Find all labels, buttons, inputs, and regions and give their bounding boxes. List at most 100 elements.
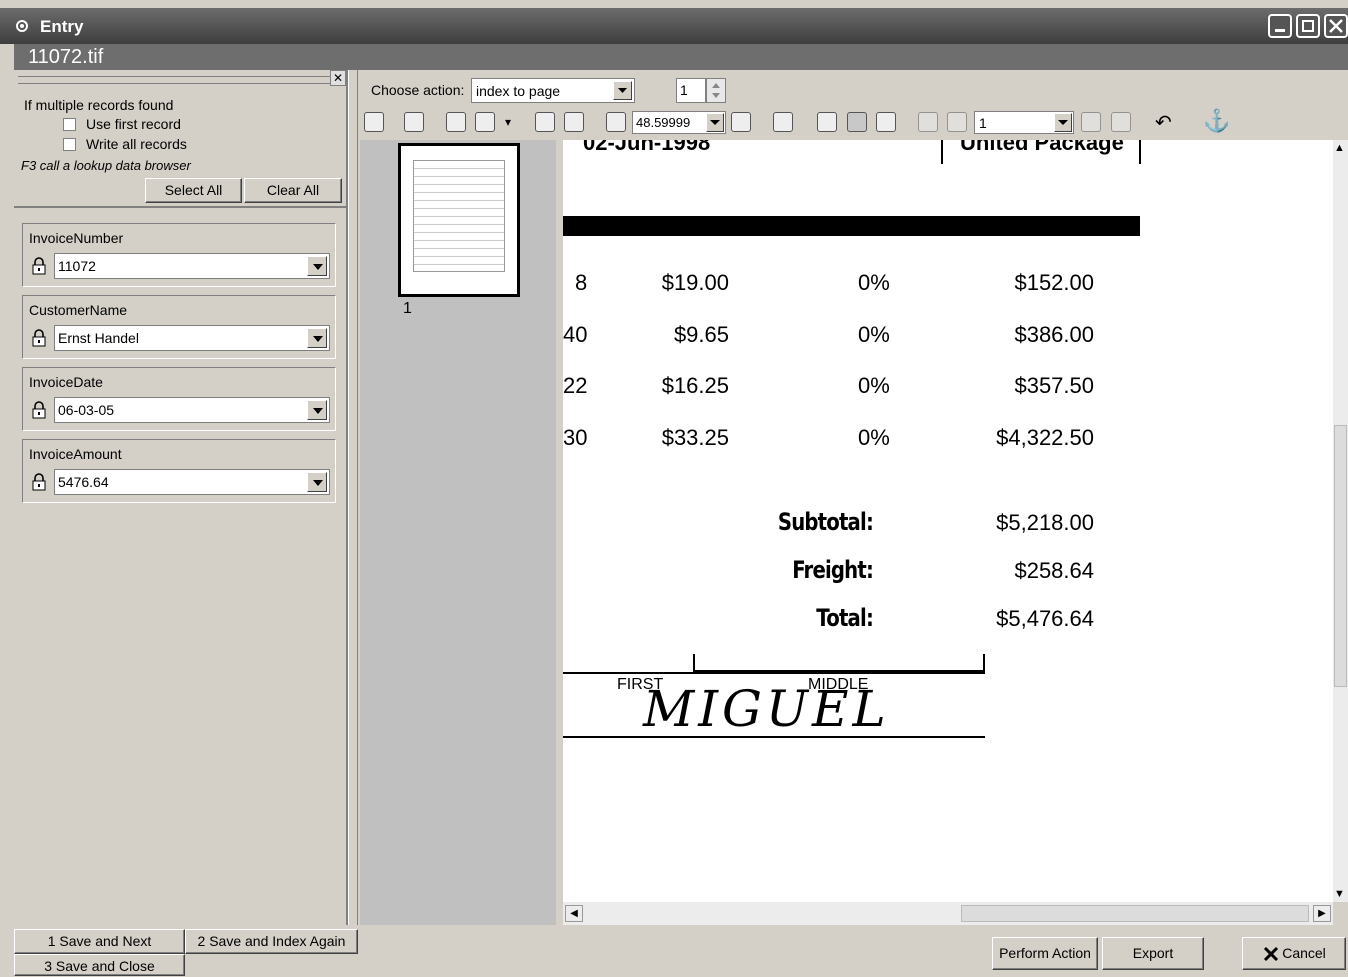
- zoom-out-icon[interactable]: [731, 112, 751, 132]
- field-invoice-date: InvoiceDate 06-03-05: [22, 367, 336, 431]
- doc-extended-price: $4,322.50: [996, 425, 1094, 450]
- dropdown-arrow-icon[interactable]: [307, 400, 327, 420]
- perform-action-button[interactable]: Perform Action: [992, 937, 1098, 970]
- last-page-icon[interactable]: [1111, 112, 1131, 132]
- save-and-close-button[interactable]: 3 Save and Close: [14, 954, 185, 976]
- dropdown-caret-icon[interactable]: ▾: [505, 115, 511, 129]
- page-thumbnail[interactable]: [398, 143, 520, 297]
- doc-unit-price: $16.25: [661, 373, 729, 398]
- doc-qty: 22: [563, 373, 588, 398]
- zoom-in-icon[interactable]: [606, 112, 626, 132]
- lock-icon[interactable]: [31, 329, 47, 347]
- doc-discount: 0%: [858, 373, 890, 398]
- action-select[interactable]: index to page: [471, 78, 635, 103]
- panel-close-icon[interactable]: ✕: [330, 70, 346, 86]
- field-customer-name: CustomerName Ernst Handel: [22, 295, 336, 359]
- doc-subtotal-label: Subtotal:: [777, 508, 874, 536]
- invoice-date-combo[interactable]: 06-03-05: [54, 397, 330, 423]
- scroll-right-icon[interactable]: ▶: [1313, 905, 1331, 922]
- scan-icon[interactable]: [364, 112, 384, 132]
- field-label: InvoiceNumber: [29, 230, 124, 246]
- action-select-value: index to page: [476, 83, 561, 99]
- use-first-record-checkbox[interactable]: [63, 118, 76, 131]
- document-viewer[interactable]: 02-Jun-1998 United Package 8 $19.00 0% $…: [563, 140, 1333, 902]
- dropdown-arrow-icon[interactable]: [307, 256, 327, 276]
- select-all-button[interactable]: Select All: [145, 178, 242, 203]
- field-label: InvoiceAmount: [29, 446, 122, 462]
- number-spinner[interactable]: [706, 78, 726, 103]
- multiple-records-label: If multiple records found: [24, 97, 174, 113]
- cancel-x-icon: [1263, 946, 1279, 962]
- write-all-records-checkbox[interactable]: [63, 138, 76, 151]
- scroll-down-icon[interactable]: ▼: [1334, 888, 1345, 900]
- next-page-icon[interactable]: [1081, 112, 1101, 132]
- panel-splitter[interactable]: [348, 70, 358, 925]
- doc-freight-label: Freight:: [792, 556, 874, 584]
- lock-icon[interactable]: [31, 473, 47, 491]
- export-button[interactable]: Export: [1102, 937, 1204, 970]
- panel-grip[interactable]: [18, 76, 332, 84]
- scroll-left-icon[interactable]: ◀: [565, 905, 583, 922]
- undo-icon[interactable]: ↶: [1155, 110, 1172, 135]
- doc-extended-price: $357.50: [1014, 373, 1094, 398]
- lookup-hint: F3 call a lookup data browser: [21, 158, 191, 173]
- close-window-button[interactable]: [1324, 14, 1348, 38]
- doc-unit-price: $9.65: [673, 322, 729, 347]
- vertical-scroll-thumb[interactable]: [1334, 425, 1347, 687]
- doc-ship-date: 02-Jun-1998: [583, 140, 711, 155]
- field-invoice-amount: InvoiceAmount 5476.64: [22, 439, 336, 503]
- action-number-input[interactable]: 1: [676, 78, 706, 103]
- anchor-icon[interactable]: ⚓: [1203, 108, 1230, 134]
- invoice-number-combo[interactable]: 11072: [54, 253, 330, 279]
- doc-extended-price: $386.00: [1014, 322, 1094, 347]
- doc-freight-value: $258.64: [1014, 558, 1094, 583]
- grid-view-icon[interactable]: [876, 112, 896, 132]
- vertical-scrollbar[interactable]: ▲ ▼: [1333, 140, 1348, 902]
- lock-icon[interactable]: [31, 401, 47, 419]
- single-page-icon[interactable]: [817, 112, 837, 132]
- rotate-left-icon[interactable]: [535, 112, 555, 132]
- action-number-value: 1: [680, 82, 688, 98]
- dropdown-arrow-icon[interactable]: [307, 328, 327, 348]
- window-titlebar: Entry: [0, 8, 1348, 44]
- minimize-button[interactable]: [1268, 14, 1292, 38]
- field-label: CustomerName: [29, 302, 128, 318]
- horizontal-scroll-thumb[interactable]: [961, 905, 1309, 922]
- cancel-button[interactable]: Cancel: [1242, 937, 1346, 970]
- invoice-amount-combo[interactable]: 5476.64: [54, 469, 330, 495]
- scroll-up-icon[interactable]: ▲: [1334, 142, 1345, 154]
- save-and-index-again-button[interactable]: 2 Save and Index Again: [185, 929, 358, 954]
- maximize-button[interactable]: [1296, 14, 1320, 38]
- horizontal-scrollbar[interactable]: ◀ ▶: [563, 902, 1333, 925]
- doc-unit-price: $33.25: [661, 425, 729, 450]
- previous-page-icon[interactable]: [947, 112, 967, 132]
- chevron-down-icon[interactable]: [613, 81, 632, 100]
- thumbnail-page-label: 1: [403, 300, 412, 317]
- rotate-right-icon[interactable]: [564, 112, 584, 132]
- fit-page-icon[interactable]: [773, 112, 793, 132]
- doc-total-value: $5,476.64: [996, 606, 1094, 631]
- customer-name-combo[interactable]: Ernst Handel: [54, 325, 330, 351]
- field-value: 5476.64: [58, 474, 109, 490]
- rotate-icon[interactable]: [404, 112, 424, 132]
- page-select[interactable]: 1: [974, 111, 1074, 134]
- first-page-icon[interactable]: [918, 112, 938, 132]
- zoom-select[interactable]: 48.59999: [632, 111, 726, 134]
- doc-extended-price: $152.00: [1014, 270, 1094, 295]
- lock-icon[interactable]: [31, 257, 47, 275]
- choose-action-label: Choose action:: [371, 82, 465, 98]
- page-icon[interactable]: [446, 112, 466, 132]
- field-value: 11072: [58, 258, 96, 274]
- dropdown-arrow-icon[interactable]: [307, 472, 327, 492]
- clear-all-button[interactable]: Clear All: [244, 178, 342, 203]
- save-and-next-button[interactable]: 1 Save and Next: [14, 929, 185, 954]
- field-invoice-number: InvoiceNumber 11072: [22, 223, 336, 287]
- doc-ship-via: United Package: [960, 140, 1124, 155]
- despeckle-icon[interactable]: [475, 112, 495, 132]
- chevron-down-icon[interactable]: [706, 113, 724, 132]
- doc-total-label: Total:: [816, 604, 874, 632]
- two-page-icon[interactable]: [847, 112, 867, 132]
- doc-qty: 8: [575, 270, 588, 295]
- chevron-down-icon[interactable]: [1054, 113, 1072, 132]
- use-first-record-label: Use first record: [86, 116, 181, 132]
